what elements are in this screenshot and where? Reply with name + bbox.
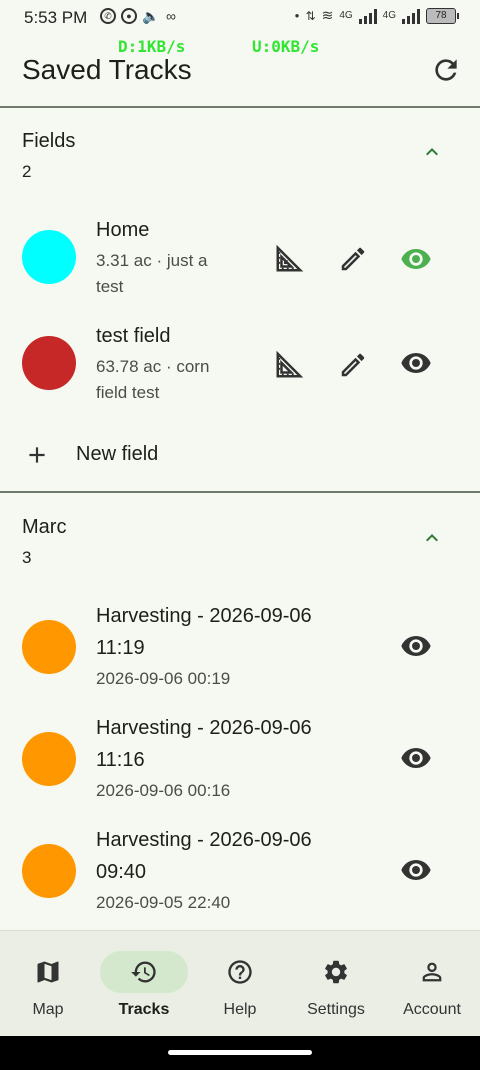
track-row[interactable]: Harvesting - 2026-09-06 09:40 2026-09-05… (0, 824, 480, 924)
bottom-navigation: Map Tracks Help Settings Account (0, 930, 480, 1036)
nav-item-account[interactable]: Account (384, 951, 480, 1031)
field-color-dot (22, 230, 76, 284)
edit-icon[interactable] (338, 350, 368, 380)
track-subtitle: 2026-09-06 00:16 (96, 781, 231, 800)
track-title-line1: Harvesting - 2026-09-06 (96, 717, 312, 739)
track-subtitle: 2026-09-05 22:40 (96, 893, 231, 912)
section-count: 2 (22, 162, 32, 181)
marc-section-header[interactable]: Marc 3 (0, 516, 480, 586)
page-title: Saved Tracks (22, 54, 192, 85)
nav-label: Account (403, 1001, 461, 1018)
fields-section-header[interactable]: Fields 2 (0, 130, 480, 200)
track-subtitle: 2026-09-06 00:19 (96, 669, 231, 688)
data-transfer-icon: ⇅ (305, 8, 316, 23)
track-title-line2: 11:16 (96, 749, 145, 771)
battery-icon: 78 (426, 7, 459, 24)
status-time: 5:53 PM (24, 8, 88, 27)
edit-icon[interactable] (338, 244, 368, 274)
network-type-2: 4G (382, 10, 396, 21)
track-row[interactable]: Harvesting - 2026-09-06 11:16 2026-09-06… (0, 712, 480, 812)
track-title-line2: 09:40 (96, 861, 147, 883)
field-name: test field (96, 325, 171, 347)
app-notification-icon: ● (121, 8, 137, 24)
wifi-icon: ≋ (321, 7, 334, 23)
track-color-dot (22, 620, 76, 674)
status-bar: 5:53 PM ✆ ● 🔈 ∞ D:1KB/s U:0KB/s ● ⇅ ≋ 4G… (0, 0, 480, 56)
measure-icon[interactable] (274, 350, 304, 380)
whatsapp-icon: ✆ (100, 8, 116, 24)
nav-label: Help (223, 1001, 257, 1018)
nav-item-help[interactable]: Help (192, 951, 288, 1031)
gesture-bar (0, 1036, 480, 1070)
section-divider (0, 491, 480, 493)
chevron-up-icon[interactable] (420, 526, 444, 550)
track-title-line2: 11:19 (96, 637, 145, 659)
field-desc-line2: test (96, 277, 124, 296)
section-count: 3 (22, 548, 32, 567)
new-field-label: New field (76, 443, 159, 465)
nav-label: Settings (307, 1001, 365, 1018)
refresh-icon[interactable] (430, 54, 462, 86)
system-icons: ● ⇅ ≋ 4G 4G 78 (294, 7, 459, 24)
nav-label: Tracks (118, 1001, 170, 1018)
track-color-dot (22, 732, 76, 786)
track-title-line1: Harvesting - 2026-09-06 (96, 829, 312, 851)
notification-icons: ✆ ● 🔈 ∞ (100, 8, 179, 24)
visibility-icon[interactable] (400, 742, 432, 774)
gear-icon (325, 960, 347, 984)
dot-icon: ● (294, 11, 300, 20)
visibility-icon[interactable] (400, 630, 432, 662)
field-row[interactable]: test field 63.78 ac · corn field test (0, 322, 480, 418)
field-row[interactable]: Home 3.31 ac · just a test (0, 216, 480, 312)
nav-item-map[interactable]: Map (0, 951, 96, 1031)
signal-icon-2 (402, 8, 420, 24)
visibility-icon[interactable] (400, 854, 432, 886)
app-bar: Saved Tracks (0, 50, 480, 108)
history-icon (131, 961, 156, 983)
volume-icon: 🔈 (142, 8, 160, 24)
map-icon (37, 961, 59, 983)
network-type-1: 4G (339, 10, 353, 21)
visibility-icon[interactable] (400, 347, 432, 379)
track-row[interactable]: Harvesting - 2026-09-06 11:19 2026-09-06… (0, 600, 480, 700)
nav-item-tracks[interactable]: Tracks (96, 951, 192, 1031)
signal-icon-1 (358, 8, 377, 24)
new-field-button[interactable]: New field (0, 436, 480, 476)
home-handle[interactable] (168, 1050, 312, 1055)
field-desc-line1: 3.31 ac · just a (96, 251, 208, 270)
section-title: Marc (22, 516, 67, 538)
track-title-line1: Harvesting - 2026-09-06 (96, 605, 312, 627)
section-title: Fields (22, 130, 76, 152)
nav-label: Map (32, 1001, 64, 1018)
track-color-dot (22, 844, 76, 898)
field-name: Home (96, 219, 150, 241)
chevron-up-icon[interactable] (420, 140, 444, 164)
help-icon (228, 960, 252, 984)
link-icon: ∞ (166, 8, 176, 24)
nav-item-settings[interactable]: Settings (288, 951, 384, 1031)
plus-icon (29, 447, 45, 463)
field-desc-line2: field test (96, 383, 160, 402)
person-icon (422, 962, 442, 982)
field-desc-line1: 63.78 ac · corn (96, 357, 210, 376)
measure-icon[interactable] (274, 244, 304, 274)
visibility-icon[interactable] (400, 243, 432, 275)
field-color-dot (22, 336, 76, 390)
